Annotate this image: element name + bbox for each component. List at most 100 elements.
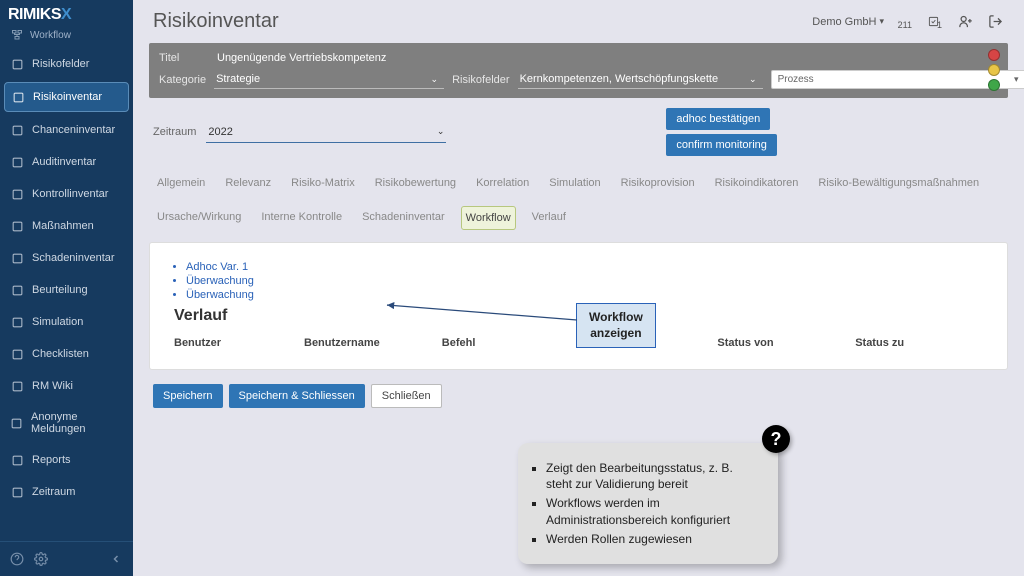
help-item: Workflows werden im Administrationsberei…: [546, 495, 762, 527]
tab-relevanz[interactable]: Relevanz: [221, 172, 275, 194]
sidebar-item-label: Risikoinventar: [33, 91, 102, 103]
chevron-down-icon: ⌄: [749, 74, 757, 85]
tab-risikobewertung[interactable]: Risikobewertung: [371, 172, 460, 194]
sidebar-item-auditinventar[interactable]: Auditinventar: [0, 146, 133, 178]
chevron-down-icon: ⌄: [431, 74, 439, 85]
sidebar-item-label: Zeitraum: [32, 486, 75, 498]
sidebar-item-chanceninventar[interactable]: Chanceninventar: [0, 114, 133, 146]
control-icon: [10, 187, 24, 201]
collapse-sidebar-icon[interactable]: [109, 552, 123, 566]
sidebar: RIMIKSX Workflow Risikofelder Risikoinven…: [0, 0, 133, 576]
bell-count: 211: [898, 20, 912, 30]
workflow-link-list: Adhoc Var. 1 Überwachung Überwachung: [174, 261, 983, 301]
footer-buttons: Speichern Speichern & Schliessen Schließ…: [149, 370, 1008, 408]
callout-line2: anzeigen: [589, 326, 643, 342]
checklists-icon: [10, 347, 24, 361]
check-count: 1: [937, 20, 942, 30]
adhoc-confirm-button[interactable]: adhoc bestätigen: [666, 108, 770, 130]
sidebar-item-label: Maßnahmen: [32, 220, 94, 232]
workflow-icon: [10, 28, 24, 42]
sidebar-item-label: Beurteilung: [32, 284, 88, 296]
sidebar-crumb-label: Workflow: [30, 30, 71, 41]
tab-workflow[interactable]: Workflow: [461, 206, 516, 230]
confirm-monitoring-button[interactable]: confirm monitoring: [666, 134, 776, 156]
sidebar-item-label: Anonyme Meldungen: [31, 411, 123, 435]
workflow-link[interactable]: Überwachung: [186, 289, 983, 301]
kategorie-select[interactable]: Strategie ⌄: [214, 70, 444, 89]
bell-icon[interactable]: 211: [898, 14, 914, 30]
tab-ursache-wirkung[interactable]: Ursache/Wirkung: [153, 206, 245, 230]
tab-risikoprovision[interactable]: Risikoprovision: [617, 172, 699, 194]
user-add-icon[interactable]: [958, 14, 974, 30]
titel-label: Titel: [159, 52, 209, 64]
settings-icon[interactable]: [34, 552, 48, 566]
risikofelder-select[interactable]: Kernkompetenzen, Wertschöpfungskette ⌄: [518, 70, 763, 89]
workflow-link[interactable]: Überwachung: [186, 275, 983, 287]
tab-verlauf[interactable]: Verlauf: [528, 206, 570, 230]
sidebar-item-checklisten[interactable]: Checklisten: [0, 338, 133, 370]
wiki-icon: [10, 379, 24, 393]
company-name: Demo GmbH: [812, 16, 876, 28]
sidebar-item-beurteilung[interactable]: Beurteilung: [0, 274, 133, 306]
tab-korrelation[interactable]: Korrelation: [472, 172, 533, 194]
close-button[interactable]: Schließen: [371, 384, 442, 408]
workflow-link[interactable]: Adhoc Var. 1: [186, 261, 983, 273]
period-icon: [10, 485, 24, 499]
save-close-button[interactable]: Speichern & Schliessen: [229, 384, 365, 408]
tab-simulation[interactable]: Simulation: [545, 172, 604, 194]
sidebar-item-reports[interactable]: Reports: [0, 444, 133, 476]
sidebar-crumb: Workflow: [0, 26, 133, 48]
topbar: Risikoinventar Demo GmbH ▾ 211 1: [133, 0, 1024, 37]
chevron-down-icon: ⌄: [437, 126, 445, 137]
column-header: Befehl: [442, 337, 570, 349]
tab-allgemein[interactable]: Allgemein: [153, 172, 209, 194]
sidebar-item-schadeninventar[interactable]: Schadeninventar: [0, 242, 133, 274]
sidebar-item-label: Kontrollinventar: [32, 188, 108, 200]
logo: RIMIKSX: [0, 0, 133, 26]
sidebar-item-zeitraum[interactable]: Zeitraum: [0, 476, 133, 508]
tab-risiko-bew-ltigungsma-nahmen[interactable]: Risiko-Bewältigungsmaßnahmen: [814, 172, 983, 194]
sidebar-footer: [0, 541, 133, 576]
prozess-select[interactable]: Prozess ▾: [771, 70, 1024, 89]
prozess-placeholder: Prozess: [778, 74, 814, 85]
sidebar-item-label: Auditinventar: [32, 156, 96, 168]
sidebar-item-ma-nahmen[interactable]: Maßnahmen: [0, 210, 133, 242]
period-select[interactable]: 2022 ⌄: [206, 122, 446, 143]
kategorie-label: Kategorie: [159, 74, 206, 86]
sidebar-item-kontrollinventar[interactable]: Kontrollinventar: [0, 178, 133, 210]
check-icon[interactable]: 1: [928, 14, 944, 30]
tab-risiko-matrix[interactable]: Risiko-Matrix: [287, 172, 359, 194]
sidebar-item-anonyme-meldungen[interactable]: Anonyme Meldungen: [0, 402, 133, 444]
titel-value: Ungenügende Vertriebskompetenz: [217, 52, 386, 64]
sidebar-item-label: Schadeninventar: [32, 252, 115, 264]
column-header: Status von: [717, 337, 845, 349]
company-selector[interactable]: Demo GmbH ▾: [812, 16, 884, 28]
risikofelder-value: Kernkompetenzen, Wertschöpfungskette: [520, 73, 719, 85]
inventory-icon: [11, 90, 25, 104]
risikofelder-label: Risikofelder: [452, 74, 509, 86]
traffic-green: [988, 79, 1000, 91]
question-mark-icon: ?: [762, 425, 790, 453]
column-header: Benutzername: [304, 337, 432, 349]
tab-interne-kontrolle[interactable]: Interne Kontrolle: [257, 206, 346, 230]
sidebar-item-simulation[interactable]: Simulation: [0, 306, 133, 338]
period-value: 2022: [208, 126, 232, 138]
logo-x: X: [61, 6, 71, 23]
anon-icon: [10, 416, 23, 430]
tabs: Allgemein Relevanz Risiko-Matrix Risikobewe…: [149, 162, 1008, 236]
help-tooltip: ? Zeigt den Bearbeitungsstatus, z. B. st…: [518, 443, 778, 564]
tab-schadeninventar[interactable]: Schadeninventar: [358, 206, 449, 230]
sidebar-item-risikofelder[interactable]: Risikofelder: [0, 48, 133, 80]
chance-icon: [10, 123, 24, 137]
period-label: Zeitraum: [153, 126, 196, 138]
help-icon[interactable]: [10, 552, 24, 566]
traffic-red: [988, 49, 1000, 61]
save-button[interactable]: Speichern: [153, 384, 223, 408]
tab-risikoindikatoren[interactable]: Risikoindikatoren: [711, 172, 803, 194]
logout-icon[interactable]: [988, 14, 1004, 30]
callout-box: Workflow anzeigen: [576, 303, 656, 348]
sidebar-item-risikoinventar[interactable]: Risikoinventar: [4, 82, 129, 112]
chevron-down-icon: ▾: [1014, 74, 1019, 85]
sidebar-item-label: Reports: [32, 454, 71, 466]
sidebar-item-rm-wiki[interactable]: RM Wiki: [0, 370, 133, 402]
